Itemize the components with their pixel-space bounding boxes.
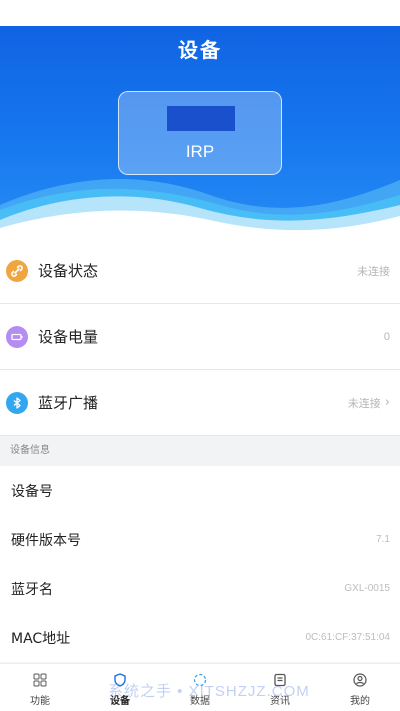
tab-data[interactable]: 数据 — [160, 664, 240, 711]
tab-label: 资讯 — [270, 696, 290, 707]
row-battery[interactable]: 设备电量 0 — [0, 304, 400, 370]
device-info-list: 设备号 硬件版本号 7.1 蓝牙名 GXL-0015 MAC地址 0C:61:C… — [0, 466, 400, 662]
info-label: 硬件版本号 — [11, 532, 81, 549]
row-label: 蓝牙广播 — [38, 394, 99, 412]
bluetooth-icon — [6, 391, 28, 414]
chevron-right-icon: › — [384, 395, 390, 410]
page-title: 设备 — [178, 38, 222, 62]
user-icon — [353, 673, 367, 687]
tab-label: 我的 — [350, 696, 370, 707]
shield-icon — [114, 673, 126, 687]
section-header: 设备信息 — [0, 436, 400, 466]
info-row-device-id: 设备号 — [0, 466, 400, 515]
tab-news[interactable]: 资讯 — [240, 664, 320, 711]
info-row-hardware-version: 硬件版本号 7.1 — [0, 515, 400, 564]
row-value: 0 — [383, 330, 390, 343]
row-value: 未连接 — [357, 265, 390, 278]
tab-label: 设备 — [110, 696, 130, 707]
row-device-status[interactable]: 设备状态 未连接 — [0, 238, 400, 304]
info-value: GXL-0015 — [344, 583, 390, 594]
info-label: 设备号 — [11, 483, 53, 500]
tab-label: 数据 — [190, 696, 210, 707]
refresh-icon — [193, 673, 207, 687]
tab-label: 功能 — [30, 696, 50, 707]
tab-profile[interactable]: 我的 — [320, 664, 400, 711]
grid-icon — [33, 673, 47, 687]
info-value: 0C:61:CF:37:51:04 — [305, 632, 391, 643]
status-bar — [0, 0, 400, 26]
wave-decoration — [0, 178, 400, 250]
device-screen — [167, 106, 235, 131]
info-label: MAC地址 — [11, 630, 71, 647]
info-label: 蓝牙名 — [11, 581, 53, 598]
link-icon — [6, 259, 28, 282]
info-row-mac-address: MAC地址 0C:61:CF:37:51:04 — [0, 613, 400, 662]
header-banner: 设备 IRP — [0, 0, 400, 250]
battery-icon — [6, 325, 28, 348]
row-bluetooth[interactable]: 蓝牙广播 未连接 › — [0, 370, 400, 436]
info-row-bluetooth-name: 蓝牙名 GXL-0015 — [0, 564, 400, 613]
news-icon — [274, 673, 286, 687]
row-label: 设备电量 — [38, 328, 99, 346]
row-value: 未连接 — [347, 397, 381, 410]
info-value: 7.1 — [376, 534, 390, 545]
status-list: 设备状态 未连接 设备电量 0 蓝牙广播 未连接 › — [0, 238, 400, 436]
bottom-tab-bar: 功能 设备 数据 资讯 我的 — [0, 663, 400, 711]
tab-functions[interactable]: 功能 — [0, 664, 80, 711]
tab-device[interactable]: 设备 — [80, 664, 160, 711]
row-label: 设备状态 — [38, 262, 99, 280]
